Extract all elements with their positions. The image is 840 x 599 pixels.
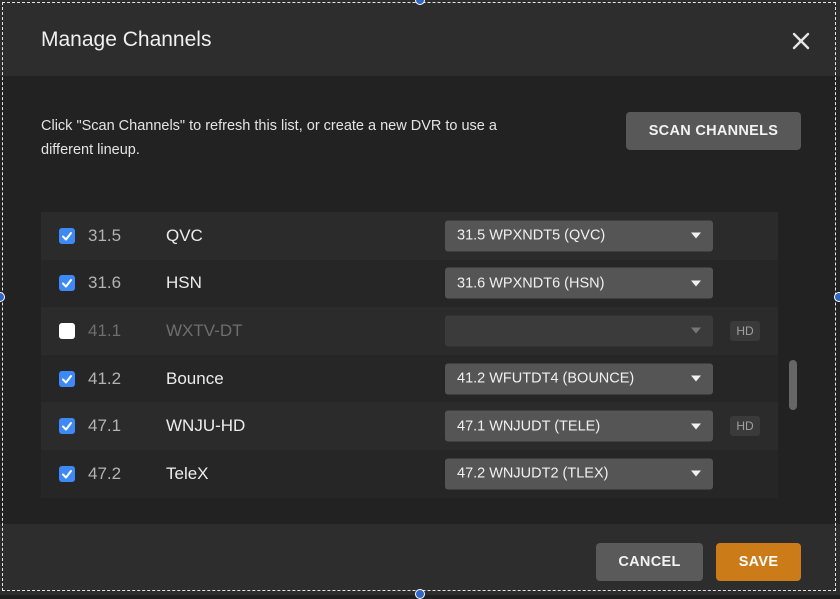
- channel-number: 47.2: [88, 463, 122, 483]
- manage-channels-dialog: Manage Channels Click "Scan Channels" to…: [0, 0, 840, 599]
- channel-checkbox[interactable]: [59, 227, 75, 244]
- channel-number: 31.5: [88, 225, 122, 245]
- dropdown-selected-value: 31.6 WPXNDT6 (HSN): [457, 275, 605, 292]
- channel-checkbox[interactable]: [59, 370, 75, 387]
- resize-handle-bottom[interactable]: [415, 589, 425, 599]
- scrollbar-thumb[interactable]: [789, 360, 797, 410]
- channel-mapping-dropdown[interactable]: 31.5 WPXNDT5 (QVC): [445, 220, 713, 252]
- channel-checkbox[interactable]: [59, 275, 75, 292]
- channel-row: 47.1 WNJU-HD 47.1 WNJUDT (TELE) HD: [41, 402, 778, 450]
- channel-number: 31.6: [88, 273, 122, 293]
- dialog-header: Manage Channels: [0, 0, 840, 76]
- channel-number: 41.1: [88, 320, 122, 340]
- dialog-footer: [0, 524, 840, 595]
- resize-handle-right[interactable]: [834, 292, 840, 302]
- channel-number: 41.2: [88, 368, 122, 388]
- channel-mapping-dropdown[interactable]: 31.6 WPXNDT6 (HSN): [445, 267, 713, 299]
- save-button[interactable]: SAVE: [716, 543, 801, 581]
- chevron-down-icon: [691, 375, 701, 382]
- channel-name: Bounce: [166, 368, 224, 388]
- checkmark-icon: [62, 231, 72, 241]
- checkmark-icon: [62, 279, 72, 288]
- dropdown-selected-value: 47.1 WNJUDT (TELE): [457, 418, 601, 435]
- chevron-down-icon: [691, 280, 701, 287]
- channel-row: 41.1 WXTV-DT HD: [41, 307, 778, 355]
- chevron-down-icon: [691, 327, 701, 334]
- channel-list: 31.5 QVC 31.5 WPXNDT5 (QVC) 31.6 HSN 31.6 WPX…: [41, 212, 778, 498]
- channel-number: 47.1: [88, 416, 122, 436]
- chevron-down-icon: [691, 470, 701, 477]
- dropdown-selected-value: 41.2 WFUTDT4 (BOUNCE): [457, 370, 635, 387]
- channel-checkbox[interactable]: [59, 322, 75, 339]
- checkmark-icon: [62, 469, 72, 479]
- channel-mapping-dropdown[interactable]: 41.2 WFUTDT4 (BOUNCE): [445, 363, 713, 395]
- hd-badge: HD: [730, 416, 760, 437]
- scan-channels-button[interactable]: SCAN CHANNELS: [626, 112, 801, 150]
- channel-name: WXTV-DT: [166, 320, 243, 340]
- chevron-down-icon: [691, 232, 701, 239]
- channel-row: 41.2 Bounce 41.2 WFUTDT4 (BOUNCE): [41, 354, 778, 403]
- channel-row: 31.5 QVC 31.5 WPXNDT5 (QVC): [41, 212, 778, 260]
- channel-row: 47.2 TeleX 47.2 WNJUDT2 (TLEX): [41, 449, 778, 498]
- channel-name: TeleX: [166, 463, 209, 483]
- channel-name: HSN: [166, 273, 202, 293]
- cancel-button[interactable]: CANCEL: [596, 543, 703, 581]
- dialog-title: Manage Channels: [41, 28, 212, 51]
- channel-row: 31.6 HSN 31.6 WPXNDT6 (HSN): [41, 259, 778, 308]
- channel-checkbox[interactable]: [59, 418, 75, 435]
- chevron-down-icon: [691, 423, 701, 430]
- channel-name: QVC: [166, 225, 203, 245]
- dialog-description: Click "Scan Channels" to refresh this li…: [41, 118, 497, 158]
- close-button[interactable]: [786, 26, 816, 56]
- channel-mapping-dropdown[interactable]: 47.1 WNJUDT (TELE): [445, 410, 713, 442]
- checkmark-icon: [62, 374, 72, 384]
- channel-mapping-dropdown[interactable]: [445, 315, 713, 347]
- dropdown-selected-value: 47.2 WNJUDT2 (TLEX): [457, 465, 609, 482]
- close-icon: [792, 32, 810, 50]
- dropdown-selected-value: 31.5 WPXNDT5 (QVC): [457, 227, 606, 244]
- channel-name: WNJU-HD: [166, 416, 246, 436]
- checkmark-icon: [62, 422, 72, 431]
- channel-mapping-dropdown[interactable]: 47.2 WNJUDT2 (TLEX): [445, 458, 713, 490]
- hd-badge: HD: [730, 320, 760, 341]
- channel-checkbox[interactable]: [59, 465, 75, 482]
